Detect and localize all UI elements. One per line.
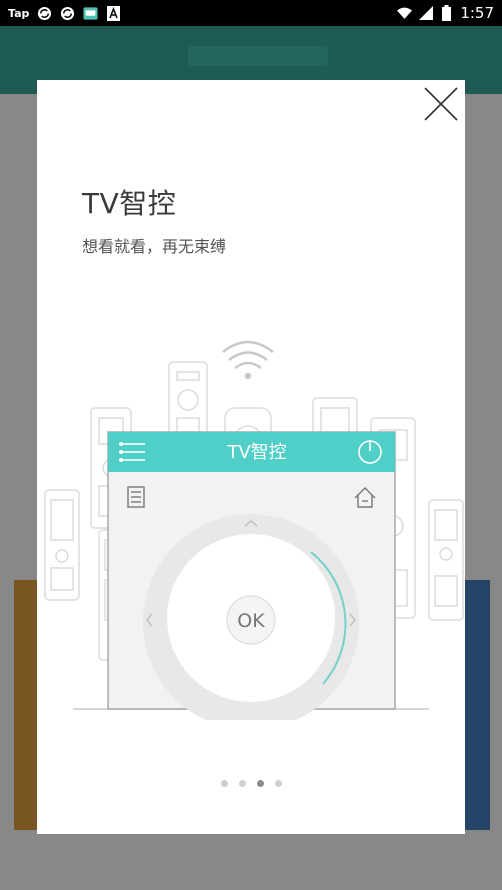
sync-icon <box>60 6 75 21</box>
close-button[interactable] <box>423 86 459 122</box>
close-icon <box>424 87 458 121</box>
remote-illustration: TV智控 OK <box>44 340 464 720</box>
page-dot[interactable] <box>220 780 228 787</box>
page-indicator <box>37 780 465 787</box>
intro-dialog: TV智控 想看就看，再无束缚 TV智控 OK <box>37 80 465 834</box>
status-time: 1:57 <box>460 4 494 22</box>
battery-icon <box>439 5 454 21</box>
screen-icon <box>83 6 98 21</box>
remote-phone-screen: TV智控 OK <box>107 431 396 720</box>
remote-header-title: TV智控 <box>226 442 286 463</box>
sync-icon <box>37 6 52 21</box>
status-app-label: Tap <box>8 6 30 20</box>
page-dot[interactable] <box>256 780 264 787</box>
page-dot[interactable] <box>274 780 282 787</box>
signal-icon <box>418 6 433 21</box>
device-outline <box>44 489 80 601</box>
dialog-title: TV智控 <box>82 187 177 220</box>
wifi-icon <box>397 6 413 21</box>
page-dot[interactable] <box>238 780 246 787</box>
wifi-icon <box>222 340 274 380</box>
status-bar: Tap 1:57 <box>0 0 502 26</box>
device-outline <box>428 499 464 621</box>
ok-label: OK <box>237 610 265 632</box>
text-a-icon <box>106 5 121 21</box>
device-outline <box>168 361 208 443</box>
dialog-subtitle: 想看就看，再无束缚 <box>82 237 227 256</box>
